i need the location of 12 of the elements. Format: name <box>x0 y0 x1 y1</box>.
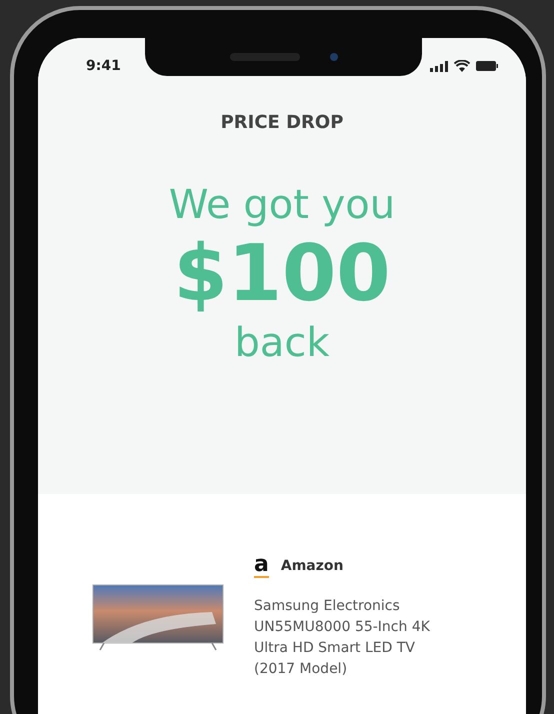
refund-amount: $100 <box>173 229 391 319</box>
hero-text: back <box>234 319 330 367</box>
product-title: Samsung Electronics UN55MU8000 55-Inch 4K Ultra HD Smart LED TV (2017 Model) <box>254 597 431 679</box>
store-name: Amazon <box>280 558 344 574</box>
battery-icon <box>476 61 498 71</box>
screen-title: PRICE DROP <box>220 112 344 133</box>
status-time: 9:41 <box>86 58 121 74</box>
wifi-icon <box>454 60 470 72</box>
store-logo: a <box>254 554 269 578</box>
camera-dot <box>330 53 338 61</box>
signal-icon <box>430 60 448 72</box>
hero-text: We got you <box>168 181 396 229</box>
